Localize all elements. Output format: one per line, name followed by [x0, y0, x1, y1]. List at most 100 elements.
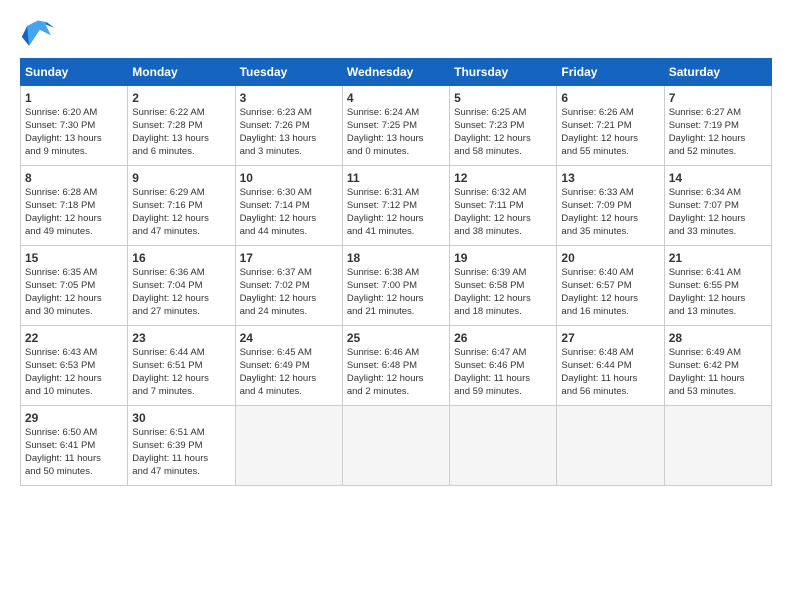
- day-number: 18: [347, 250, 445, 266]
- calendar-table: SundayMondayTuesdayWednesdayThursdayFrid…: [20, 58, 772, 486]
- day-number: 9: [132, 170, 230, 186]
- day-number: 17: [240, 250, 338, 266]
- day-number: 6: [561, 90, 659, 106]
- day-number: 8: [25, 170, 123, 186]
- day-number: 2: [132, 90, 230, 106]
- calendar-cell: 17Sunrise: 6:37 AM Sunset: 7:02 PM Dayli…: [235, 246, 342, 326]
- day-info: Sunrise: 6:31 AM Sunset: 7:12 PM Dayligh…: [347, 187, 445, 238]
- calendar-week-row: 15Sunrise: 6:35 AM Sunset: 7:05 PM Dayli…: [21, 246, 772, 326]
- calendar-cell: 4Sunrise: 6:24 AM Sunset: 7:25 PM Daylig…: [342, 86, 449, 166]
- calendar-cell: 9Sunrise: 6:29 AM Sunset: 7:16 PM Daylig…: [128, 166, 235, 246]
- calendar-cell: 21Sunrise: 6:41 AM Sunset: 6:55 PM Dayli…: [664, 246, 771, 326]
- day-info: Sunrise: 6:40 AM Sunset: 6:57 PM Dayligh…: [561, 267, 659, 318]
- day-info: Sunrise: 6:36 AM Sunset: 7:04 PM Dayligh…: [132, 267, 230, 318]
- calendar-header-row: SundayMondayTuesdayWednesdayThursdayFrid…: [21, 59, 772, 86]
- calendar-cell: 30Sunrise: 6:51 AM Sunset: 6:39 PM Dayli…: [128, 406, 235, 486]
- calendar-cell: 12Sunrise: 6:32 AM Sunset: 7:11 PM Dayli…: [450, 166, 557, 246]
- calendar-header-friday: Friday: [557, 59, 664, 86]
- day-info: Sunrise: 6:29 AM Sunset: 7:16 PM Dayligh…: [132, 187, 230, 238]
- day-info: Sunrise: 6:30 AM Sunset: 7:14 PM Dayligh…: [240, 187, 338, 238]
- day-info: Sunrise: 6:23 AM Sunset: 7:26 PM Dayligh…: [240, 107, 338, 158]
- calendar-cell: [235, 406, 342, 486]
- day-info: Sunrise: 6:22 AM Sunset: 7:28 PM Dayligh…: [132, 107, 230, 158]
- calendar-header-wednesday: Wednesday: [342, 59, 449, 86]
- day-number: 15: [25, 250, 123, 266]
- calendar-cell: 19Sunrise: 6:39 AM Sunset: 6:58 PM Dayli…: [450, 246, 557, 326]
- calendar-header-thursday: Thursday: [450, 59, 557, 86]
- day-number: 7: [669, 90, 767, 106]
- day-info: Sunrise: 6:50 AM Sunset: 6:41 PM Dayligh…: [25, 427, 123, 478]
- day-number: 26: [454, 330, 552, 346]
- day-number: 4: [347, 90, 445, 106]
- calendar-cell: 5Sunrise: 6:25 AM Sunset: 7:23 PM Daylig…: [450, 86, 557, 166]
- calendar-cell: 15Sunrise: 6:35 AM Sunset: 7:05 PM Dayli…: [21, 246, 128, 326]
- logo: [20, 20, 60, 50]
- day-info: Sunrise: 6:39 AM Sunset: 6:58 PM Dayligh…: [454, 267, 552, 318]
- calendar-cell: 13Sunrise: 6:33 AM Sunset: 7:09 PM Dayli…: [557, 166, 664, 246]
- calendar-header-monday: Monday: [128, 59, 235, 86]
- day-info: Sunrise: 6:47 AM Sunset: 6:46 PM Dayligh…: [454, 347, 552, 398]
- calendar-cell: 26Sunrise: 6:47 AM Sunset: 6:46 PM Dayli…: [450, 326, 557, 406]
- day-info: Sunrise: 6:43 AM Sunset: 6:53 PM Dayligh…: [25, 347, 123, 398]
- day-number: 20: [561, 250, 659, 266]
- day-info: Sunrise: 6:34 AM Sunset: 7:07 PM Dayligh…: [669, 187, 767, 238]
- calendar-week-row: 8Sunrise: 6:28 AM Sunset: 7:18 PM Daylig…: [21, 166, 772, 246]
- calendar-cell: 14Sunrise: 6:34 AM Sunset: 7:07 PM Dayli…: [664, 166, 771, 246]
- day-info: Sunrise: 6:25 AM Sunset: 7:23 PM Dayligh…: [454, 107, 552, 158]
- calendar-cell: 8Sunrise: 6:28 AM Sunset: 7:18 PM Daylig…: [21, 166, 128, 246]
- calendar-cell: 6Sunrise: 6:26 AM Sunset: 7:21 PM Daylig…: [557, 86, 664, 166]
- day-number: 16: [132, 250, 230, 266]
- calendar-cell: 20Sunrise: 6:40 AM Sunset: 6:57 PM Dayli…: [557, 246, 664, 326]
- day-number: 3: [240, 90, 338, 106]
- day-info: Sunrise: 6:35 AM Sunset: 7:05 PM Dayligh…: [25, 267, 123, 318]
- day-number: 14: [669, 170, 767, 186]
- calendar-header-tuesday: Tuesday: [235, 59, 342, 86]
- day-number: 13: [561, 170, 659, 186]
- day-info: Sunrise: 6:27 AM Sunset: 7:19 PM Dayligh…: [669, 107, 767, 158]
- day-number: 24: [240, 330, 338, 346]
- page-header: [20, 20, 772, 50]
- calendar-week-row: 1Sunrise: 6:20 AM Sunset: 7:30 PM Daylig…: [21, 86, 772, 166]
- calendar-cell: 16Sunrise: 6:36 AM Sunset: 7:04 PM Dayli…: [128, 246, 235, 326]
- calendar-cell: 29Sunrise: 6:50 AM Sunset: 6:41 PM Dayli…: [21, 406, 128, 486]
- calendar-cell: 2Sunrise: 6:22 AM Sunset: 7:28 PM Daylig…: [128, 86, 235, 166]
- calendar-cell: [664, 406, 771, 486]
- calendar-cell: 25Sunrise: 6:46 AM Sunset: 6:48 PM Dayli…: [342, 326, 449, 406]
- calendar-cell: 11Sunrise: 6:31 AM Sunset: 7:12 PM Dayli…: [342, 166, 449, 246]
- calendar-cell: 7Sunrise: 6:27 AM Sunset: 7:19 PM Daylig…: [664, 86, 771, 166]
- day-info: Sunrise: 6:48 AM Sunset: 6:44 PM Dayligh…: [561, 347, 659, 398]
- day-info: Sunrise: 6:45 AM Sunset: 6:49 PM Dayligh…: [240, 347, 338, 398]
- day-info: Sunrise: 6:32 AM Sunset: 7:11 PM Dayligh…: [454, 187, 552, 238]
- calendar-header-saturday: Saturday: [664, 59, 771, 86]
- calendar-cell: 3Sunrise: 6:23 AM Sunset: 7:26 PM Daylig…: [235, 86, 342, 166]
- day-number: 12: [454, 170, 552, 186]
- calendar-cell: [342, 406, 449, 486]
- calendar-cell: 23Sunrise: 6:44 AM Sunset: 6:51 PM Dayli…: [128, 326, 235, 406]
- day-number: 25: [347, 330, 445, 346]
- day-number: 30: [132, 410, 230, 426]
- calendar-cell: 27Sunrise: 6:48 AM Sunset: 6:44 PM Dayli…: [557, 326, 664, 406]
- day-number: 22: [25, 330, 123, 346]
- calendar-cell: 28Sunrise: 6:49 AM Sunset: 6:42 PM Dayli…: [664, 326, 771, 406]
- calendar-cell: 1Sunrise: 6:20 AM Sunset: 7:30 PM Daylig…: [21, 86, 128, 166]
- calendar-header-sunday: Sunday: [21, 59, 128, 86]
- day-number: 21: [669, 250, 767, 266]
- day-number: 29: [25, 410, 123, 426]
- day-info: Sunrise: 6:37 AM Sunset: 7:02 PM Dayligh…: [240, 267, 338, 318]
- day-number: 10: [240, 170, 338, 186]
- calendar-cell: [450, 406, 557, 486]
- logo-icon: [20, 20, 56, 50]
- day-number: 23: [132, 330, 230, 346]
- day-number: 28: [669, 330, 767, 346]
- calendar-cell: 10Sunrise: 6:30 AM Sunset: 7:14 PM Dayli…: [235, 166, 342, 246]
- day-info: Sunrise: 6:26 AM Sunset: 7:21 PM Dayligh…: [561, 107, 659, 158]
- day-info: Sunrise: 6:20 AM Sunset: 7:30 PM Dayligh…: [25, 107, 123, 158]
- day-info: Sunrise: 6:51 AM Sunset: 6:39 PM Dayligh…: [132, 427, 230, 478]
- calendar-week-row: 29Sunrise: 6:50 AM Sunset: 6:41 PM Dayli…: [21, 406, 772, 486]
- calendar-cell: [557, 406, 664, 486]
- day-info: Sunrise: 6:24 AM Sunset: 7:25 PM Dayligh…: [347, 107, 445, 158]
- day-number: 11: [347, 170, 445, 186]
- calendar-cell: 18Sunrise: 6:38 AM Sunset: 7:00 PM Dayli…: [342, 246, 449, 326]
- day-info: Sunrise: 6:33 AM Sunset: 7:09 PM Dayligh…: [561, 187, 659, 238]
- day-number: 19: [454, 250, 552, 266]
